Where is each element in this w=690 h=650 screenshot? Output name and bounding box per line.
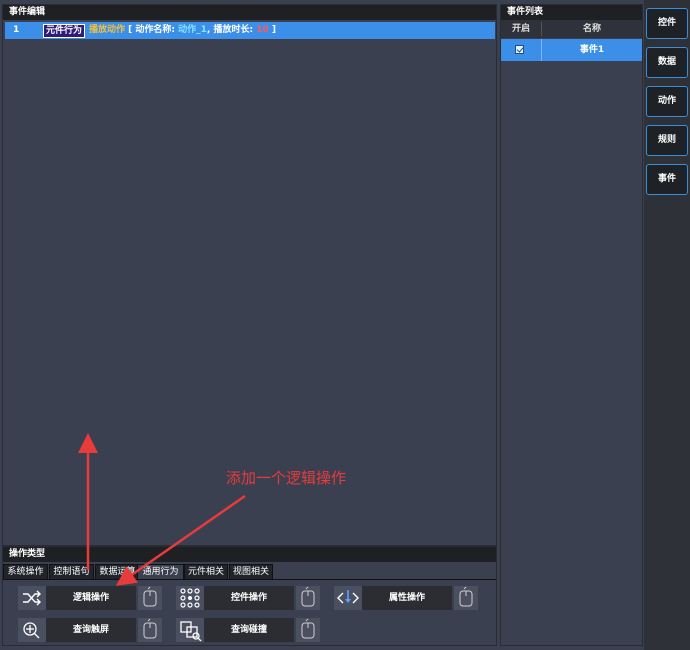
annotation-text: 添加一个逻辑操作	[226, 469, 347, 487]
annotation-arrows	[78, 433, 246, 586]
annotation-arrow-diagonal	[115, 494, 246, 586]
